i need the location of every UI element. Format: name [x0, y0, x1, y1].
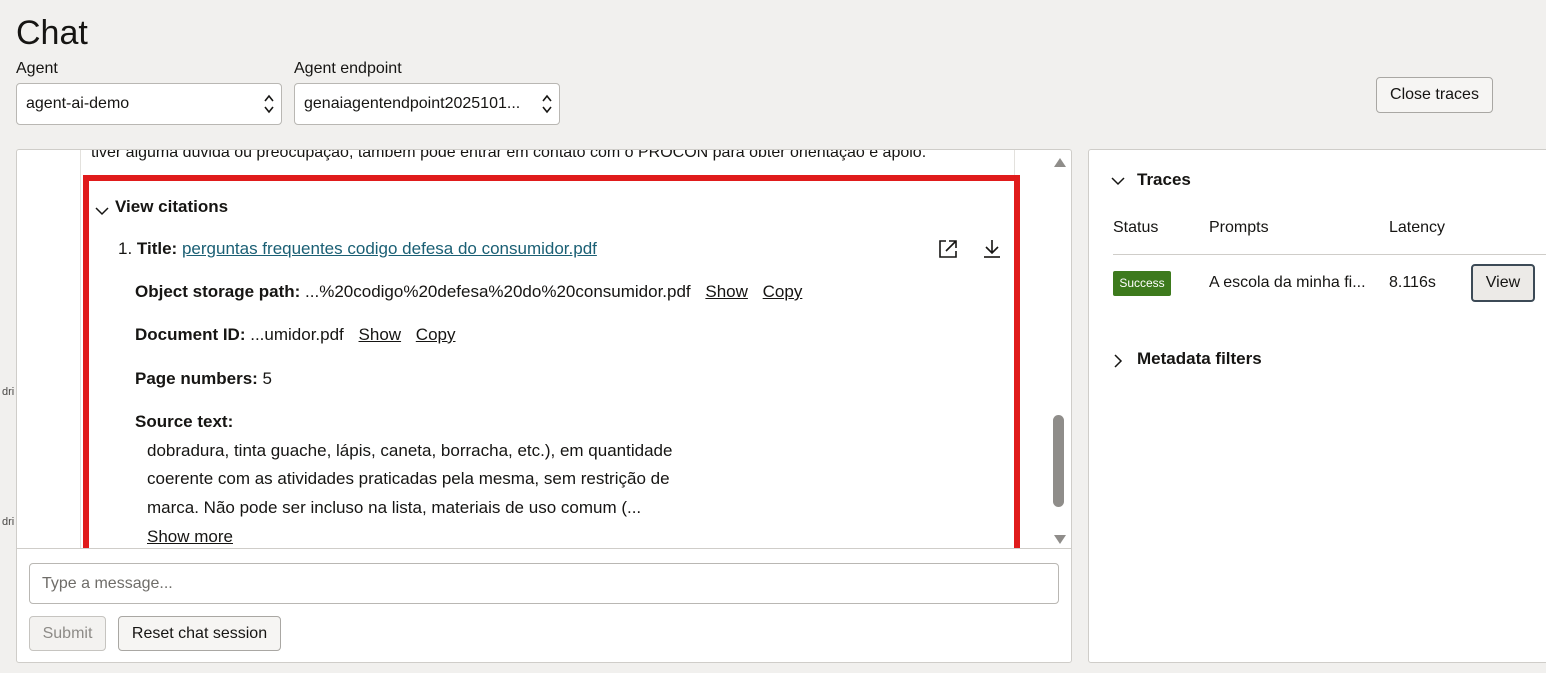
show-document-id-link[interactable]: Show	[359, 325, 402, 344]
agent-select-value: agent-ai-demo	[26, 95, 130, 112]
show-more-link[interactable]: Show more	[147, 527, 233, 547]
scroll-up-icon[interactable]	[1053, 156, 1067, 168]
citation-title-link[interactable]: perguntas frequentes codigo defesa do co…	[182, 239, 597, 258]
trace-latency: 8.116s	[1389, 274, 1436, 291]
agent-select[interactable]: agent-ai-demo	[16, 83, 282, 125]
page-title: Chat	[16, 14, 88, 52]
traces-panel: Traces Status Prompts Latency Success A …	[1088, 149, 1546, 663]
citation-title-row: 1. Title: perguntas frequentes codigo de…	[118, 239, 597, 259]
citation-index: 1.	[118, 239, 133, 258]
message-list[interactable]: tiver alguma dúvida ou preocupação, tamb…	[17, 150, 1069, 548]
close-traces-button[interactable]: Close traces	[1376, 77, 1493, 113]
divider	[1113, 254, 1546, 255]
reset-chat-session-button[interactable]: Reset chat session	[118, 616, 281, 651]
source-text-line: coerente com as atividades praticadas pe…	[147, 469, 670, 488]
citation-title-label: Title:	[136, 239, 178, 258]
download-icon[interactable]	[981, 238, 1003, 260]
chevron-right-icon	[1114, 354, 1123, 368]
copy-path-link[interactable]: Copy	[763, 282, 803, 301]
clipped-side-text: dri	[2, 516, 15, 528]
message-input[interactable]	[29, 563, 1059, 604]
citations-highlight: View citations 1. Title: perguntas frequ…	[83, 175, 1020, 548]
endpoint-select[interactable]: genaiagentendpoint2025101...	[294, 83, 560, 125]
clipped-side-text: dri	[2, 386, 15, 398]
chevron-down-icon	[95, 207, 109, 216]
endpoint-label: Agent endpoint	[294, 60, 402, 77]
metadata-filters-label: Metadata filters	[1137, 349, 1262, 368]
column-header-latency: Latency	[1389, 219, 1446, 236]
object-storage-path-value: ...%20codigo%20defesa%20do%20consumidor.…	[305, 282, 691, 301]
object-storage-path-label: Object storage path:	[135, 282, 301, 301]
view-citations-label: View citations	[115, 197, 229, 216]
status-badge: Success	[1113, 271, 1171, 296]
message-bubble-border	[80, 150, 81, 548]
endpoint-select-value: genaiagentendpoint2025101...	[304, 95, 521, 112]
show-path-link[interactable]: Show	[705, 282, 748, 301]
document-id-label: Document ID:	[135, 325, 246, 344]
source-text-line: dobradura, tinta guache, lápis, caneta, …	[147, 441, 673, 460]
column-header-prompts: Prompts	[1209, 219, 1269, 236]
agent-message-text: tiver alguma dúvida ou preocupação, tamb…	[91, 150, 927, 161]
scroll-down-icon[interactable]	[1053, 534, 1067, 546]
view-trace-button[interactable]: View	[1471, 264, 1535, 302]
traces-title: Traces	[1137, 170, 1191, 189]
open-external-icon[interactable]	[937, 238, 959, 260]
column-header-status: Status	[1113, 219, 1159, 236]
page-numbers-label: Page numbers:	[135, 369, 258, 388]
page-numbers-value: 5	[262, 369, 273, 388]
trace-prompt: A escola da minha fi...	[1209, 274, 1366, 291]
submit-button[interactable]: Submit	[29, 616, 106, 651]
chat-panel: tiver alguma dúvida ou preocupação, tamb…	[16, 149, 1072, 663]
select-caret-icon	[542, 94, 552, 114]
source-text-line: marca. Não pode ser incluso na lista, ma…	[147, 498, 642, 517]
divider	[17, 548, 1071, 549]
page-numbers-row: Page numbers: 5	[135, 369, 272, 389]
object-storage-path-row: Object storage path: ...%20codigo%20defe…	[135, 282, 802, 302]
copy-document-id-link[interactable]: Copy	[416, 325, 456, 344]
agent-label: Agent	[16, 60, 58, 77]
document-id-value: ...umidor.pdf	[250, 325, 344, 344]
source-text-label: Source text:	[135, 412, 234, 431]
select-caret-icon	[264, 94, 274, 114]
document-id-row: Document ID: ...umidor.pdf Show Copy	[135, 325, 455, 345]
chevron-down-icon	[1111, 177, 1125, 186]
scrollbar-thumb[interactable]	[1053, 415, 1064, 507]
